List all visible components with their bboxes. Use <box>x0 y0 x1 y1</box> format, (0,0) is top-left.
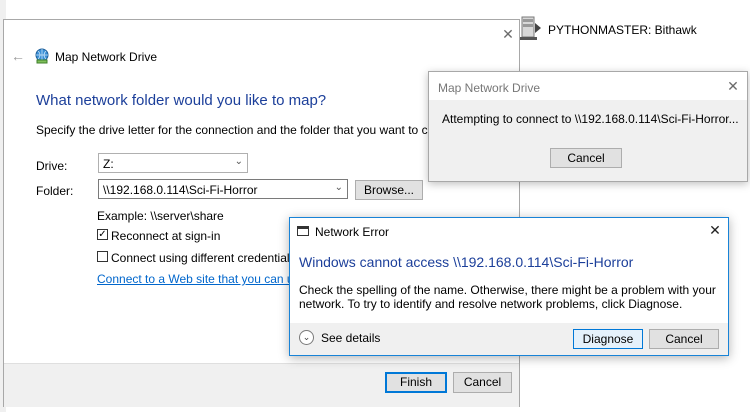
close-icon[interactable]: ✕ <box>500 26 516 42</box>
see-details-toggle[interactable]: See details <box>321 331 380 345</box>
connecting-dialog: Map Network Drive ✕ Attempting to connec… <box>428 71 748 182</box>
drive-value: Z: <box>103 157 114 171</box>
diagnose-button[interactable]: Diagnose <box>573 329 643 349</box>
network-drive-icon <box>34 48 50 64</box>
network-location-label[interactable]: PYTHONMASTER: Bithawk <box>548 23 697 37</box>
finish-button[interactable]: Finish <box>385 372 447 393</box>
back-arrow-icon[interactable]: ← <box>11 48 25 64</box>
drive-label: Drive: <box>36 159 68 173</box>
drive-select[interactable]: Z: ⌄ <box>98 153 248 173</box>
example-text: Example: \\server\share <box>97 209 224 223</box>
chevron-down-icon[interactable]: ⌄ <box>335 182 343 193</box>
dialog-title: Map Network Drive <box>438 81 541 95</box>
close-icon[interactable]: ✕ <box>707 222 723 238</box>
error-message: Check the spelling of the name. Otherwis… <box>299 283 716 311</box>
dialog-title: Network Error <box>315 225 390 239</box>
window-title: Map Network Drive <box>55 50 158 64</box>
cancel-button[interactable]: Cancel <box>453 372 512 393</box>
chevron-down-icon: ⌄ <box>234 156 243 167</box>
page-heading: What network folder would you like to ma… <box>36 92 327 109</box>
close-icon[interactable]: ✕ <box>725 78 741 94</box>
different-credentials-label[interactable]: Connect using different credentials <box>111 251 296 265</box>
folder-label: Folder: <box>36 184 74 198</box>
reconnect-label[interactable]: Reconnect at sign-in <box>111 229 220 243</box>
browse-button[interactable]: Browse... <box>355 180 423 200</box>
folder-value: \\192.168.0.114\Sci-Fi-Horror <box>103 183 258 197</box>
cancel-button[interactable]: Cancel <box>550 148 622 168</box>
cancel-button[interactable]: Cancel <box>649 329 719 349</box>
reconnect-checkbox[interactable]: ✓ <box>97 229 108 240</box>
connecting-message: Attempting to connect to \\192.168.0.114… <box>442 112 739 126</box>
instructions-text: Specify the drive letter for the connect… <box>36 123 481 137</box>
error-heading: Windows cannot access \\192.168.0.114\Sc… <box>299 254 634 270</box>
different-credentials-checkbox[interactable] <box>97 251 108 262</box>
network-location-icon[interactable] <box>519 15 543 41</box>
window-icon <box>297 226 309 236</box>
network-error-dialog: Network Error ✕ Windows cannot access \\… <box>289 217 729 356</box>
chevron-down-icon[interactable]: ⌄ <box>299 330 314 345</box>
folder-input[interactable]: \\192.168.0.114\Sci-Fi-Horror ⌄ <box>98 179 348 199</box>
